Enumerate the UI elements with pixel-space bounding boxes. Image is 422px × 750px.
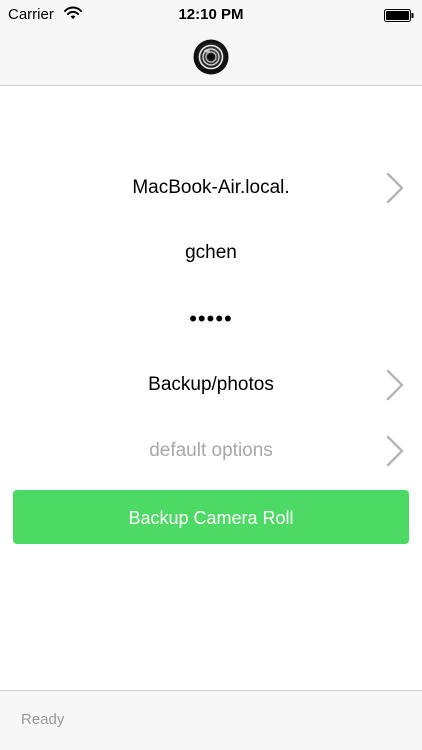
backup-camera-roll-button[interactable]: Backup Camera Roll <box>13 490 409 544</box>
chevron-right-icon <box>386 435 404 467</box>
options-value: default options <box>149 440 273 461</box>
password-mask: ••••• <box>189 306 233 331</box>
status-label: Ready <box>21 711 65 728</box>
folder-value: Backup/photos <box>148 374 274 395</box>
battery-icon <box>384 9 414 22</box>
status-bar: Carrier 12:10 PM <box>0 0 422 32</box>
clock: 12:10 PM <box>178 6 244 23</box>
navigation-bar <box>0 32 422 86</box>
folder-row[interactable]: Backup/photos <box>0 360 422 410</box>
host-row[interactable]: MacBook-Air.local. <box>0 163 422 213</box>
password-field[interactable]: ••••• <box>0 294 422 344</box>
username-value: gchen <box>185 242 237 263</box>
options-row[interactable]: default options <box>0 426 422 476</box>
chevron-right-icon <box>386 172 404 204</box>
username-field[interactable]: gchen <box>0 228 422 278</box>
host-value: MacBook-Air.local. <box>132 177 290 198</box>
bottom-status-bar: Ready <box>0 690 422 750</box>
camera-lens-icon <box>193 39 229 75</box>
chevron-right-icon <box>386 369 404 401</box>
app-screen: Carrier 12:10 PM MacBook-Air.local. gche… <box>0 0 422 750</box>
